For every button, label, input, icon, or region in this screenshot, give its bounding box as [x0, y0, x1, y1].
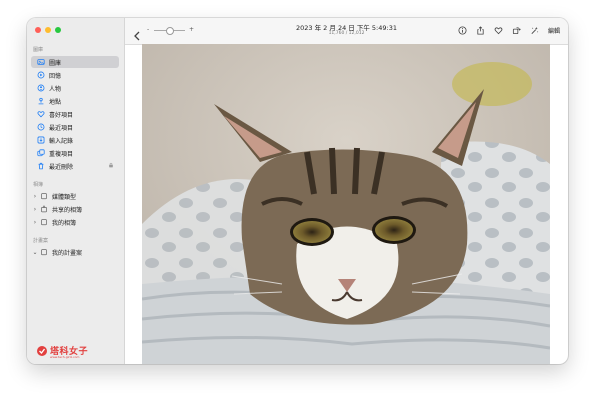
clock-icon [36, 123, 45, 132]
photo-image [142, 44, 550, 364]
sidebar-item-label: 我的計畫案 [52, 249, 83, 257]
photos-window: 圖庫 圖庫 回憶 人物 地點 喜好項目 最近項目 輸入記錄 重複項目 最近刪除 … [27, 18, 568, 364]
toolbar: - + 2023 年 2 月 24 日 下午 5:49:31 11,760 / … [125, 18, 568, 45]
shared-album-icon [39, 205, 48, 214]
sidebar-item-favorites[interactable]: 喜好項目 [31, 108, 119, 120]
sidebar-item-library[interactable]: 圖庫 [31, 56, 119, 68]
photo-library-icon [36, 58, 45, 67]
sidebar-item-recently-deleted[interactable]: 最近刪除 [31, 160, 119, 172]
share-button[interactable] [476, 25, 486, 35]
sidebar-item-imports[interactable]: 輸入記錄 [31, 134, 119, 146]
folder-icon [39, 192, 48, 201]
sidebar: 圖庫 圖庫 回憶 人物 地點 喜好項目 最近項目 輸入記錄 重複項目 最近刪除 … [27, 18, 125, 364]
sidebar-item-my-albums[interactable]: › 我的相簿 [31, 216, 119, 228]
memories-icon [36, 71, 45, 80]
sidebar-item-label: 最近項目 [49, 124, 74, 132]
chevron-right-icon[interactable]: › [32, 193, 38, 200]
rotate-icon [513, 26, 522, 34]
chevron-right-icon[interactable]: › [32, 219, 38, 226]
magic-wand-icon [531, 26, 539, 34]
sidebar-item-duplicates[interactable]: 重複項目 [31, 147, 119, 159]
heart-icon [36, 110, 45, 119]
sidebar-item-label: 喜好項目 [49, 111, 74, 119]
chevron-right-icon[interactable]: › [32, 206, 38, 213]
sidebar-item-label: 我的相簿 [52, 219, 77, 227]
section-label-projects: 計畫案 [33, 238, 49, 244]
sidebar-item-memories[interactable]: 回憶 [31, 69, 119, 81]
sidebar-item-label: 最近刪除 [49, 163, 74, 171]
sidebar-item-label: 人物 [49, 85, 62, 93]
sidebar-item-label: 媒體類型 [52, 193, 77, 201]
share-icon [477, 25, 485, 35]
sidebar-item-media-types[interactable]: › 媒體類型 [31, 190, 119, 202]
rotate-button[interactable] [512, 25, 522, 35]
sidebar-item-label: 回憶 [49, 72, 62, 80]
sidebar-item-places[interactable]: 地點 [31, 95, 119, 107]
sidebar-item-recents[interactable]: 最近項目 [31, 121, 119, 133]
section-label-library: 圖庫 [33, 47, 44, 53]
watermark-url: www.tech-girlz.com [50, 355, 80, 359]
minimize-button[interactable] [45, 27, 51, 33]
section-label-albums: 相簿 [33, 182, 44, 188]
watermark-icon [37, 345, 47, 356]
folder-icon [39, 248, 48, 257]
import-icon [36, 136, 45, 145]
folder-icon [39, 218, 48, 227]
sidebar-item-shared-albums[interactable]: › 共享的相簿 [31, 203, 119, 215]
auto-enhance-button[interactable] [530, 25, 540, 35]
sidebar-item-label: 圖庫 [49, 59, 62, 67]
window-controls [35, 27, 61, 33]
sidebar-item-my-projects[interactable]: ⌄ 我的計畫案 [31, 246, 119, 258]
favorite-button[interactable] [494, 25, 504, 35]
sidebar-item-label: 輸入記錄 [49, 137, 74, 145]
sidebar-item-label: 共享的相簿 [52, 206, 83, 214]
cat-photo[interactable] [142, 44, 550, 364]
people-icon [36, 84, 45, 93]
info-icon [458, 25, 467, 35]
places-icon [36, 97, 45, 106]
lock-icon [108, 162, 114, 170]
watermark-logo: 塔科女子 www.tech-girlz.com [36, 344, 88, 359]
trash-icon [36, 162, 45, 171]
toolbar-actions: 編輯 [458, 25, 560, 35]
sidebar-item-people[interactable]: 人物 [31, 82, 119, 94]
sidebar-item-label: 重複項目 [49, 150, 74, 158]
sidebar-item-label: 地點 [49, 98, 62, 106]
close-button[interactable] [35, 27, 41, 33]
duplicates-icon [36, 149, 45, 158]
heart-icon [495, 26, 503, 34]
chevron-down-icon[interactable]: ⌄ [32, 249, 38, 256]
edit-button[interactable]: 編輯 [548, 26, 560, 35]
info-button[interactable] [458, 25, 468, 35]
zoom-button[interactable] [55, 27, 61, 33]
